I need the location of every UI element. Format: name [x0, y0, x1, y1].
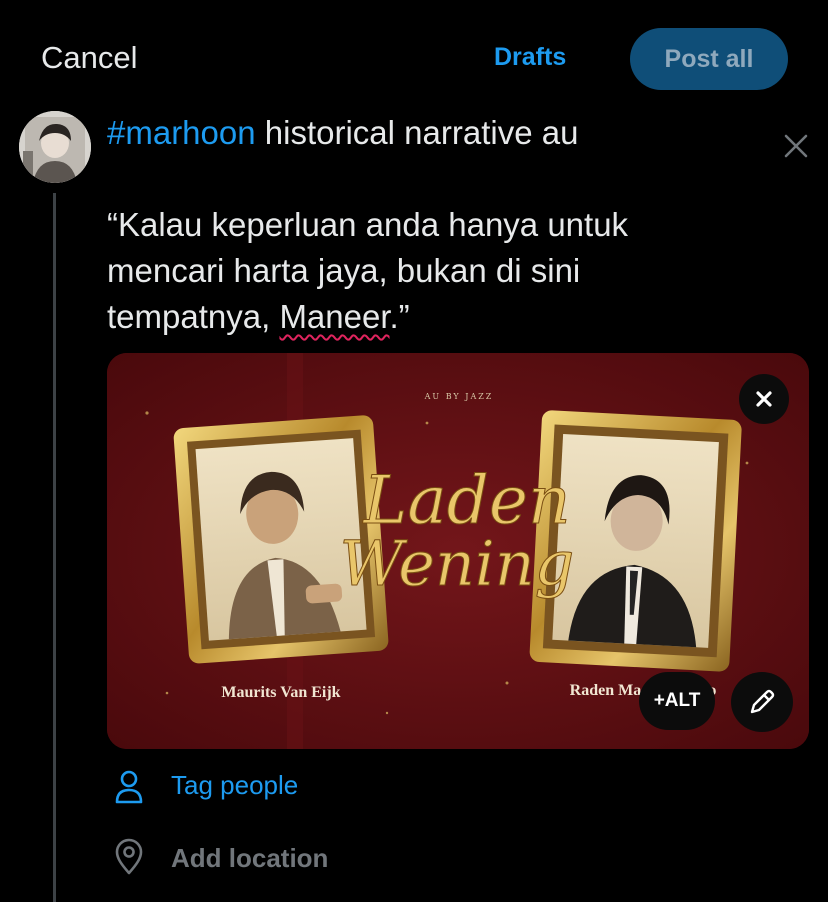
post-text-segment: tempatnya, [107, 298, 280, 335]
hashtag-link[interactable]: #marhoon [107, 114, 256, 151]
remove-media-button[interactable] [739, 374, 789, 424]
post-all-button[interactable]: Post all [630, 28, 788, 90]
thread-line [53, 193, 56, 902]
post-text-input[interactable]: “Kalau keperluan anda hanya untuk mencar… [107, 202, 747, 340]
avatar[interactable] [19, 111, 91, 183]
post-text-line: “Kalau keperluan anda hanya untuk [107, 206, 629, 243]
tag-people-row[interactable]: Tag people [113, 765, 298, 809]
drafts-button[interactable]: Drafts [494, 43, 566, 72]
headline-text: historical narrative au [255, 114, 579, 151]
cancel-button[interactable]: Cancel [41, 40, 138, 76]
poster-credit: AU BY JAZZ [424, 392, 494, 401]
close-icon [756, 391, 772, 407]
remove-post-button[interactable] [781, 131, 811, 161]
add-alt-text-button[interactable]: +ALT [639, 672, 715, 730]
avatar-image [19, 111, 91, 183]
post-text-segment: .” [389, 298, 410, 335]
post-text-line: mencari harta jaya, bukan di sini [107, 252, 581, 289]
post-text-line: tempatnya, Maneer.” [107, 294, 747, 340]
composer-top-bar: Cancel Drafts Post all [0, 0, 828, 110]
add-location-row[interactable]: Add location [113, 838, 328, 882]
add-location-label: Add location [171, 843, 329, 873]
post-headline[interactable]: #marhoon historical narrative au [107, 114, 578, 152]
location-pin-icon [115, 838, 143, 875]
tag-people-label: Tag people [171, 770, 299, 800]
close-icon [784, 134, 808, 158]
poster-title-line2: Wening [340, 527, 575, 600]
edit-media-button[interactable] [731, 672, 793, 732]
left-portrait-caption: Maurits Van Eijk [221, 684, 340, 701]
pencil-icon [750, 689, 775, 714]
person-icon [115, 770, 143, 804]
misspelled-word[interactable]: Maneer [279, 298, 389, 335]
